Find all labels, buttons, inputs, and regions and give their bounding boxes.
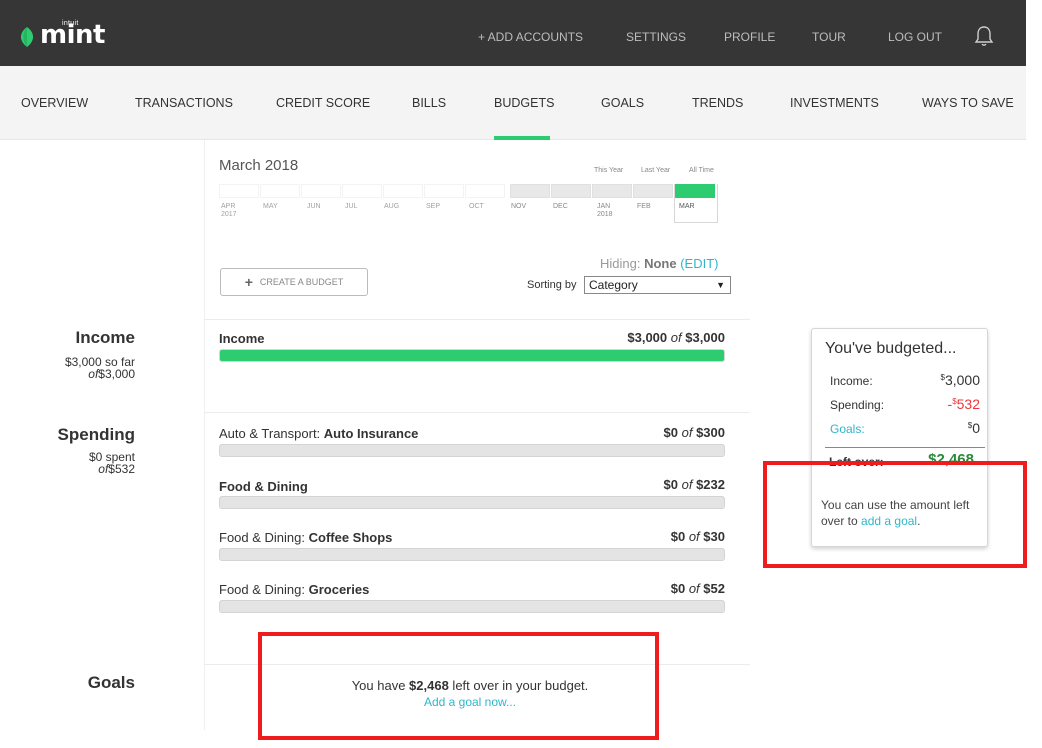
summary-divider [825,447,985,448]
nav-investments[interactable]: INVESTMENTS [790,96,879,110]
tour-link[interactable]: TOUR [812,30,846,44]
range-last-year[interactable]: Last Year [641,167,670,174]
spending-section-title: Spending [57,425,135,444]
nav-bills[interactable]: BILLS [412,96,446,110]
month-cell[interactable] [633,184,673,198]
budget-row-amount: $0 of $52 [670,581,725,596]
spending-section-summary: $0 spent of$532 [88,450,135,476]
summary-spending-value: -$532 [947,396,980,412]
month-strip: APR 2017 MAY JUN JUL AUG SEP OCT NOV DEC … [219,184,729,224]
summary-goals-value: $0 [967,420,980,436]
budget-row-label[interactable]: Food & Dining: Coffee Shops [219,530,392,545]
range-all-time[interactable]: All Time [689,167,714,174]
hiding-status: Hiding: None (EDIT) [600,256,719,271]
month-cell[interactable] [592,184,632,198]
add-accounts-link[interactable]: + ADD ACCOUNTS [478,30,583,44]
nav-ways-to-save[interactable]: WAYS TO SAVE [922,96,1014,110]
intuit-label: intuit [62,20,79,27]
highlight-box-goals [258,632,659,740]
month-cell[interactable] [424,184,464,198]
dropdown-arrow-icon: ▼ [716,280,725,290]
nav-goals[interactable]: GOALS [601,96,644,110]
selected-month-box [674,184,718,223]
budget-row-amount: $0 of $30 [670,529,725,544]
range-this-year[interactable]: This Year [594,167,623,174]
month-label: APR 2017 [221,203,237,218]
income-row-amount: $3,000 of $3,000 [627,330,725,345]
budget-progress-bar [219,496,725,509]
month-label: DEC [553,203,568,210]
month-cell[interactable] [219,184,259,198]
summary-goals-link[interactable]: Goals: [830,422,865,436]
plus-icon: + [244,274,253,290]
month-cell[interactable] [260,184,300,198]
budget-row-amount: $0 of $300 [663,425,725,440]
month-label: MAY [263,203,278,210]
top-bar: intuit mint + ADD ACCOUNTS SETTINGS PROF… [0,0,1026,66]
create-budget-label: CREATE A BUDGET [259,277,344,287]
month-label: SEP [426,203,441,210]
month-label: JAN 2018 [597,203,613,218]
bell-icon[interactable] [974,25,994,47]
sorting-value: Category [589,278,638,292]
profile-link[interactable]: PROFILE [724,30,775,44]
month-title: March 2018 [219,157,299,174]
goals-section-title: Goals [87,673,135,692]
budget-row-label[interactable]: Food & Dining: Groceries [219,582,369,597]
month-cell[interactable] [342,184,382,198]
sorting-label: Sorting by [527,279,577,291]
summary-income-value: $3,000 [940,372,981,388]
settings-link[interactable]: SETTINGS [626,30,686,44]
budget-progress-bar [219,548,725,561]
month-cell[interactable] [510,184,550,198]
budget-progress-bar [219,444,725,457]
month-label: JUL [345,203,358,210]
month-label: OCT [469,203,484,210]
summary-card-title: You've budgeted... [825,340,957,357]
month-cell[interactable] [383,184,423,198]
income-progress-bar [219,349,725,362]
logout-link[interactable]: LOG OUT [888,30,942,44]
income-row-label[interactable]: Income [219,331,265,346]
month-cell[interactable] [551,184,591,198]
nav-credit-score[interactable]: CREDIT SCORE [276,96,370,110]
mint-logo[interactable]: intuit mint [16,18,105,48]
summary-spending-label: Spending: [830,398,885,412]
income-section-summary: $3,000 so far of$3,000 [64,355,135,381]
budget-row-label[interactable]: Food & Dining [219,479,308,494]
highlight-box-summary [763,461,1027,568]
month-cell[interactable] [301,184,341,198]
month-label: FEB [637,203,651,210]
divider [204,319,750,320]
budget-progress-bar [219,600,725,613]
nav-trends[interactable]: TRENDS [692,96,743,110]
main-nav: OVERVIEW TRANSACTIONS CREDIT SCORE BILLS… [0,66,1026,140]
nav-budgets[interactable]: BUDGETS [494,96,554,110]
edit-hiding-link[interactable]: (EDIT) [680,256,718,271]
month-label: NOV [511,203,527,210]
nav-overview[interactable]: OVERVIEW [21,96,88,110]
budget-row-label[interactable]: Auto & Transport: Auto Insurance [219,426,418,441]
month-label: AUG [384,203,400,210]
month-cell[interactable] [465,184,505,198]
nav-transactions[interactable]: TRANSACTIONS [135,96,233,110]
income-progress-fill [220,350,724,361]
month-label: JUN [307,203,321,210]
create-budget-button[interactable]: + CREATE A BUDGET [220,268,368,296]
sorting-select[interactable]: Category ▼ [584,276,731,294]
summary-income-label: Income: [830,374,873,388]
leaf-icon [20,27,34,47]
budget-row-amount: $0 of $232 [663,477,725,492]
divider [204,412,750,413]
income-section-title: Income [75,328,135,347]
